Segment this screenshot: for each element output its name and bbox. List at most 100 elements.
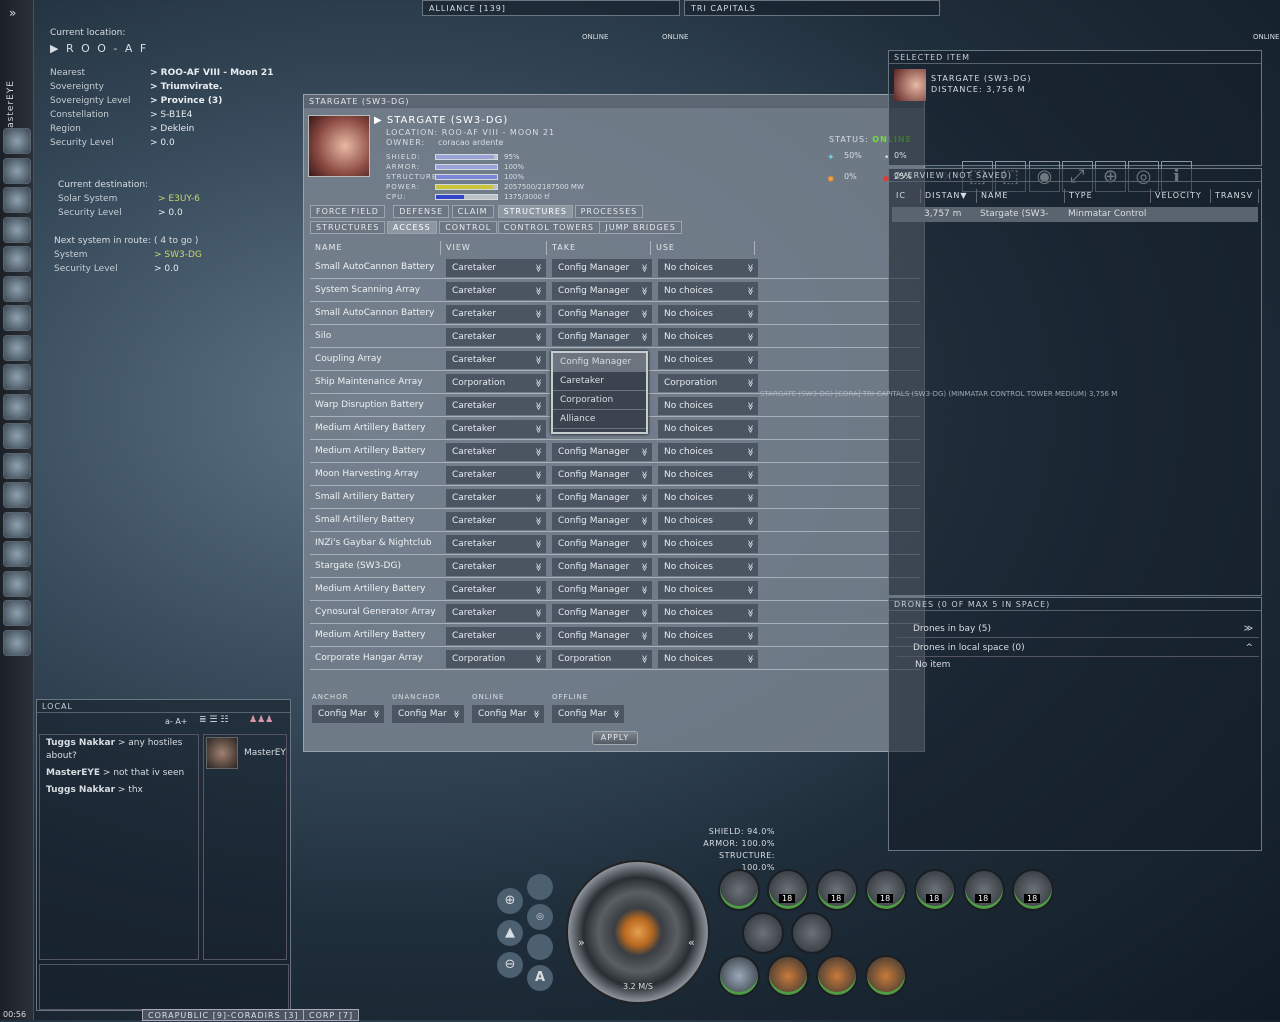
- view-select[interactable]: Caretaker ≫: [446, 466, 546, 484]
- neocom-button-icon[interactable]: [3, 541, 31, 567]
- view-select[interactable]: Caretaker ≫: [446, 604, 546, 622]
- overview-column-header[interactable]: TRANSV: [1211, 189, 1259, 203]
- tab-structures[interactable]: STRUCTURES: [310, 221, 386, 234]
- take-select[interactable]: Corporation ≫: [552, 650, 652, 668]
- message-author[interactable]: Tuggs Nakkar: [46, 738, 115, 748]
- tab-structures[interactable]: STRUCTURES: [497, 205, 573, 218]
- tab-force-field[interactable]: FORCE FIELD: [310, 205, 385, 218]
- dropdown-option[interactable]: Caretaker: [553, 372, 646, 391]
- use-select[interactable]: No choices ≫: [658, 604, 758, 622]
- chat-input[interactable]: [39, 964, 289, 1010]
- use-select[interactable]: No choices ≫: [658, 627, 758, 645]
- neocom-button-icon[interactable]: [3, 128, 31, 154]
- take-select[interactable]: Config Manager ≫: [552, 466, 652, 484]
- neocom-button-icon[interactable]: [3, 570, 31, 597]
- row-value[interactable]: > Province (3): [150, 94, 222, 108]
- permission-unanchor-select[interactable]: Config Mar ≫: [392, 705, 464, 723]
- take-select[interactable]: Config Manager ≫: [552, 558, 652, 576]
- window-title[interactable]: STARGATE (SW3-DG): [304, 95, 924, 108]
- overview-column-header[interactable]: IC: [892, 189, 921, 203]
- launcher-module-icon[interactable]: 18: [963, 869, 1005, 911]
- view-select[interactable]: Caretaker ≫: [446, 535, 546, 553]
- take-select[interactable]: Config Manager ≫: [552, 581, 652, 599]
- full-speed-icon[interactable]: »: [578, 936, 585, 949]
- launcher-module-icon[interactable]: 18: [914, 869, 956, 911]
- dropdown-option[interactable]: Config Manager: [553, 353, 646, 372]
- view-select[interactable]: Caretaker ≫: [446, 489, 546, 507]
- neocom-button-icon[interactable]: [3, 246, 31, 272]
- use-select[interactable]: No choices ≫: [658, 489, 758, 507]
- row-value[interactable]: > S-B1E4: [150, 108, 192, 122]
- use-select[interactable]: No choices ≫: [658, 397, 758, 415]
- zoom-in-icon[interactable]: ⊕: [497, 888, 523, 914]
- overview-row[interactable]: 3,757 m Stargate (SW3- Minmatar Control: [892, 207, 1258, 222]
- use-select[interactable]: No choices ≫: [658, 420, 758, 438]
- row-value[interactable]: > SW3-DG: [154, 248, 202, 262]
- tab-claim[interactable]: CLAIM: [451, 205, 494, 218]
- launcher-module-icon[interactable]: 18: [767, 869, 809, 911]
- ship-capacitor-gauge[interactable]: 3.2 M/S » «: [566, 860, 710, 1004]
- row-value[interactable]: > 0.0: [150, 136, 175, 150]
- overview-column-header[interactable]: DISTAN▼: [921, 189, 977, 203]
- message-author[interactable]: Tuggs Nakkar: [46, 785, 115, 795]
- drones-in-bay-group[interactable]: Drones in bay (5) ≫: [897, 620, 1259, 638]
- row-value[interactable]: > E3UY-6: [158, 192, 200, 206]
- row-value[interactable]: > Deklein: [150, 122, 194, 136]
- view-select[interactable]: Caretaker ≫: [446, 581, 546, 599]
- member-name[interactable]: MasterEY: [244, 748, 286, 758]
- row-value[interactable]: > 0.0: [154, 262, 179, 276]
- neocom-button-icon[interactable]: [3, 305, 31, 331]
- neocom-button-icon[interactable]: [3, 423, 31, 449]
- scanner-icon[interactable]: ◎: [527, 904, 553, 930]
- use-select[interactable]: No choices ≫: [658, 466, 758, 484]
- afterburner-module-icon[interactable]: [718, 869, 760, 911]
- autopilot-icon[interactable]: A: [527, 965, 553, 991]
- armor-hardener-icon[interactable]: [816, 955, 858, 997]
- tab-control[interactable]: CONTROL: [439, 221, 498, 234]
- view-select[interactable]: Caretaker ≫: [446, 328, 546, 346]
- tab-control-towers[interactable]: CONTROL TOWERS: [497, 221, 600, 234]
- column-header-view[interactable]: VIEW: [441, 241, 547, 255]
- neocom-button-icon[interactable]: [3, 452, 31, 479]
- armor-hardener-icon[interactable]: [767, 955, 809, 997]
- shield-hardener-icon[interactable]: [718, 955, 760, 997]
- view-select[interactable]: Caretaker ≫: [446, 305, 546, 323]
- neocom-button-icon[interactable]: [3, 334, 31, 361]
- message-author[interactable]: MasterEYE: [46, 768, 100, 778]
- ship-icon[interactable]: ▲: [497, 920, 523, 946]
- collapse-icon[interactable]: ≫: [1244, 620, 1253, 638]
- neocom-button-icon[interactable]: [3, 482, 31, 508]
- view-select[interactable]: Caretaker ≫: [446, 282, 546, 300]
- expand-icon[interactable]: »: [9, 6, 16, 20]
- view-select[interactable]: Caretaker ≫: [446, 512, 546, 530]
- overview-column-header[interactable]: VELOCITY: [1151, 189, 1211, 203]
- neocom-button-icon[interactable]: [3, 275, 31, 302]
- use-select[interactable]: Corporation ≫: [658, 374, 758, 392]
- take-select[interactable]: Config Manager ≫: [552, 305, 652, 323]
- chat-tab-corapublic[interactable]: CORAPUBLIC [9]-CORADIRS [3]: [142, 1009, 305, 1021]
- use-select[interactable]: No choices ≫: [658, 512, 758, 530]
- use-select[interactable]: No choices ≫: [658, 650, 758, 668]
- zoom-out-icon[interactable]: ⊖: [497, 952, 523, 978]
- use-select[interactable]: No choices ≫: [658, 443, 758, 461]
- overview-column-header[interactable]: TYPE: [1065, 189, 1151, 203]
- neocom-button-icon[interactable]: [3, 393, 31, 420]
- use-select[interactable]: No choices ≫: [658, 581, 758, 599]
- dropdown-option[interactable]: Corporation: [553, 391, 646, 410]
- launcher-module-icon[interactable]: 18: [865, 869, 907, 911]
- neocom-button-icon[interactable]: [3, 600, 31, 626]
- view-select[interactable]: Caretaker ≫: [446, 259, 546, 277]
- view-select[interactable]: Caretaker ≫: [446, 443, 546, 461]
- panel-title[interactable]: LOCAL: [37, 700, 290, 713]
- neocom-button-icon[interactable]: [3, 364, 31, 390]
- neocom-button-icon[interactable]: [3, 511, 31, 538]
- chat-tab-corp[interactable]: CORP [7]: [303, 1009, 360, 1021]
- launcher-module-icon[interactable]: 18: [816, 869, 858, 911]
- tab-access[interactable]: ACCESS: [387, 221, 437, 234]
- column-header-name[interactable]: NAME: [310, 241, 441, 255]
- space-bracket-label[interactable]: STARGATE (SW3-DG) [CORA] TRI-CAPITALS (S…: [760, 390, 1117, 398]
- neocom-button-icon[interactable]: [3, 187, 31, 213]
- row-value[interactable]: > Triumvirate.: [150, 80, 222, 94]
- neocom-button-icon[interactable]: [3, 157, 31, 184]
- drones-in-local-space-group[interactable]: Drones in local space (0) ^: [897, 639, 1259, 657]
